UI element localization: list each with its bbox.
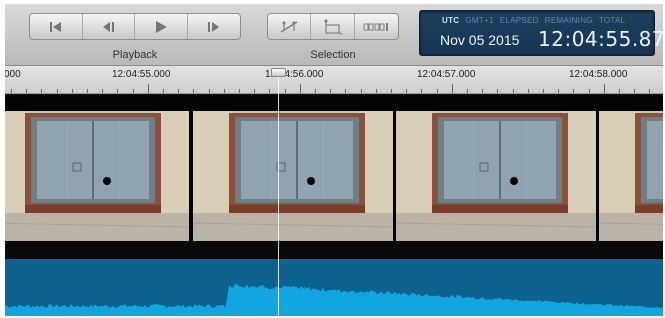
timeline-app: Playback Selection UTC GMT+1 ELAPSED REM…	[5, 4, 663, 316]
current-date: Nov 05 2015	[440, 32, 520, 48]
ruler-tick	[315, 89, 316, 93]
video-thumbnail	[193, 111, 395, 241]
ruler-tick	[178, 89, 179, 93]
ruler-tick	[41, 89, 42, 93]
time-mode-gmt[interactable]: GMT+1	[465, 16, 493, 25]
select-range-button[interactable]	[268, 14, 312, 39]
ruler-tick	[543, 89, 544, 93]
ruler-tick	[619, 89, 620, 93]
ruler-tick	[497, 89, 498, 93]
ruler-tick	[437, 89, 438, 93]
range-select-icon	[280, 20, 298, 33]
ruler-tick	[376, 89, 377, 93]
play-icon	[155, 20, 167, 33]
ruler-tick	[72, 89, 73, 93]
ruler-tick	[148, 84, 149, 93]
time-mode-remaining[interactable]: REMAINING	[545, 16, 593, 25]
ruler-tick	[330, 89, 331, 93]
step-forward-icon	[207, 21, 219, 32]
go-to-start-button[interactable]	[30, 14, 83, 39]
play-button[interactable]	[135, 14, 188, 39]
ruler-tick	[224, 89, 225, 93]
ruler-tick	[391, 89, 392, 93]
ruler-tick	[26, 89, 27, 93]
video-thumbnail	[396, 111, 598, 241]
playback-controls	[29, 13, 241, 40]
ruler-tick	[133, 89, 134, 93]
toolbar: Playback Selection UTC GMT+1 ELAPSED REM…	[5, 4, 663, 66]
thumbnail-scene	[396, 111, 596, 241]
ruler-tick	[11, 89, 12, 93]
ruler-label: 12:04:57.000	[417, 69, 476, 80]
ruler-tick	[528, 89, 529, 93]
step-forward-button[interactable]	[188, 14, 241, 39]
ruler-tick	[269, 89, 270, 93]
ruler-tick	[649, 89, 650, 93]
ruler-tick	[482, 89, 483, 93]
ruler-tick	[102, 89, 103, 93]
ruler-tick	[604, 84, 605, 93]
ruler-tick	[117, 89, 118, 93]
ruler-tick	[193, 89, 194, 93]
ruler-tick	[57, 89, 58, 93]
video-thumbnail	[5, 111, 191, 241]
ruler-tick	[87, 89, 88, 93]
region-select-icon	[323, 18, 342, 35]
time-mode-tabs: UTC GMT+1 ELAPSED REMAINING TOTAL	[442, 16, 625, 25]
time-mode-elapsed[interactable]: ELAPSED	[500, 16, 539, 25]
audio-waveform-track[interactable]	[5, 259, 663, 316]
ruler-label: 12:04:58.000	[569, 69, 628, 80]
select-region-button[interactable]	[311, 14, 355, 39]
ruler-tick	[361, 89, 362, 93]
playhead-line[interactable]	[278, 70, 279, 316]
ruler-tick	[589, 89, 590, 93]
step-back-button[interactable]	[83, 14, 135, 39]
track-spacer	[5, 241, 663, 259]
ruler-tick	[421, 89, 422, 93]
ruler-tick	[573, 89, 574, 93]
playback-label: Playback	[112, 49, 158, 61]
selection-controls	[267, 13, 399, 40]
ruler-tick	[254, 89, 255, 93]
ruler-tick	[406, 89, 407, 93]
playhead-handle[interactable]	[271, 68, 286, 77]
ruler-tick	[634, 89, 635, 93]
step-back-icon	[103, 21, 115, 32]
current-time: 12:04:55.875	[538, 27, 663, 51]
ruler-tick	[239, 89, 240, 93]
ruler-label: 000	[5, 69, 21, 80]
selection-label: Selection	[310, 49, 356, 61]
skip-to-start-icon	[49, 21, 61, 32]
ruler-tick	[513, 89, 514, 93]
thumbnail-scene	[5, 111, 189, 241]
ruler-tick	[467, 89, 468, 93]
ruler-tick	[345, 89, 346, 93]
thumbnail-scene	[193, 111, 393, 241]
ruler-tick	[285, 89, 286, 93]
ruler-tick	[163, 89, 164, 93]
ruler-tick	[452, 84, 453, 93]
thumbnail-scene	[599, 111, 663, 241]
time-mode-utc[interactable]: UTC	[442, 16, 459, 25]
time-mode-total[interactable]: TOTAL	[599, 16, 626, 25]
time-display: UTC GMT+1 ELAPSED REMAINING TOTAL Nov 05…	[419, 10, 663, 56]
time-ruler[interactable]: 000 12:04:55.000 12:04:56.000 12:04:57.0…	[5, 66, 663, 94]
video-filmstrip[interactable]	[5, 111, 663, 241]
ruler-tick	[209, 89, 210, 93]
timecode-format-icon	[363, 22, 389, 31]
ruler-tick	[300, 84, 301, 93]
ruler-label: 12:04:55.000	[112, 69, 171, 80]
timecode-display-button[interactable]	[355, 14, 398, 39]
ruler-tick	[558, 89, 559, 93]
video-thumbnail	[599, 111, 663, 241]
timeline-spacer	[5, 95, 663, 111]
audio-waveform	[5, 284, 663, 316]
